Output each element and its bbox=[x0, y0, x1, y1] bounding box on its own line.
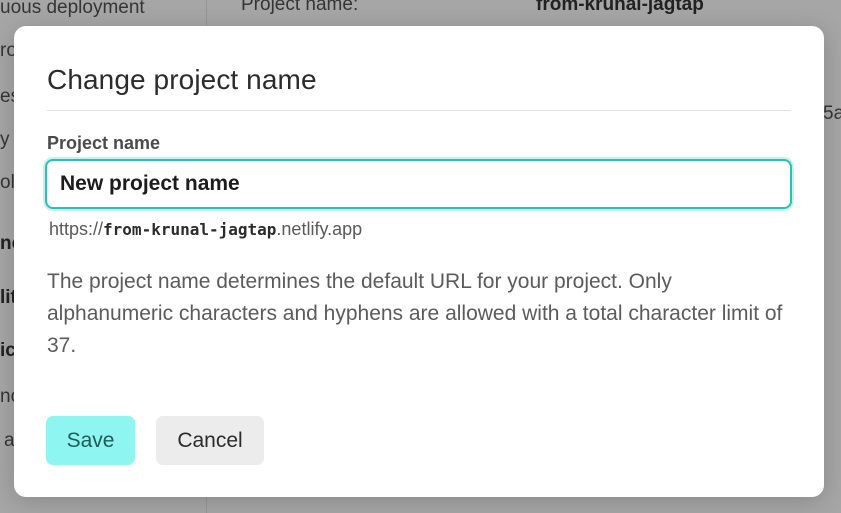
url-suffix: .netlify.app bbox=[276, 219, 363, 239]
help-text: The project name determines the default … bbox=[47, 270, 783, 357]
url-site-name: from-krunal-jagtap bbox=[103, 220, 277, 239]
project-name-input[interactable] bbox=[47, 161, 790, 207]
url-prefix: https:// bbox=[49, 219, 104, 239]
project-name-input-wrapper bbox=[45, 159, 792, 209]
project-name-label: Project name bbox=[47, 133, 161, 153]
save-button[interactable]: Save bbox=[46, 416, 135, 465]
title-divider bbox=[47, 110, 791, 111]
cancel-button[interactable]: Cancel bbox=[156, 416, 264, 465]
change-project-name-dialog: Change project name Project name https:/… bbox=[14, 26, 824, 497]
url-preview: https://from-krunal-jagtap.netlify.app bbox=[49, 219, 362, 240]
dialog-title: Change project name bbox=[47, 64, 317, 95]
